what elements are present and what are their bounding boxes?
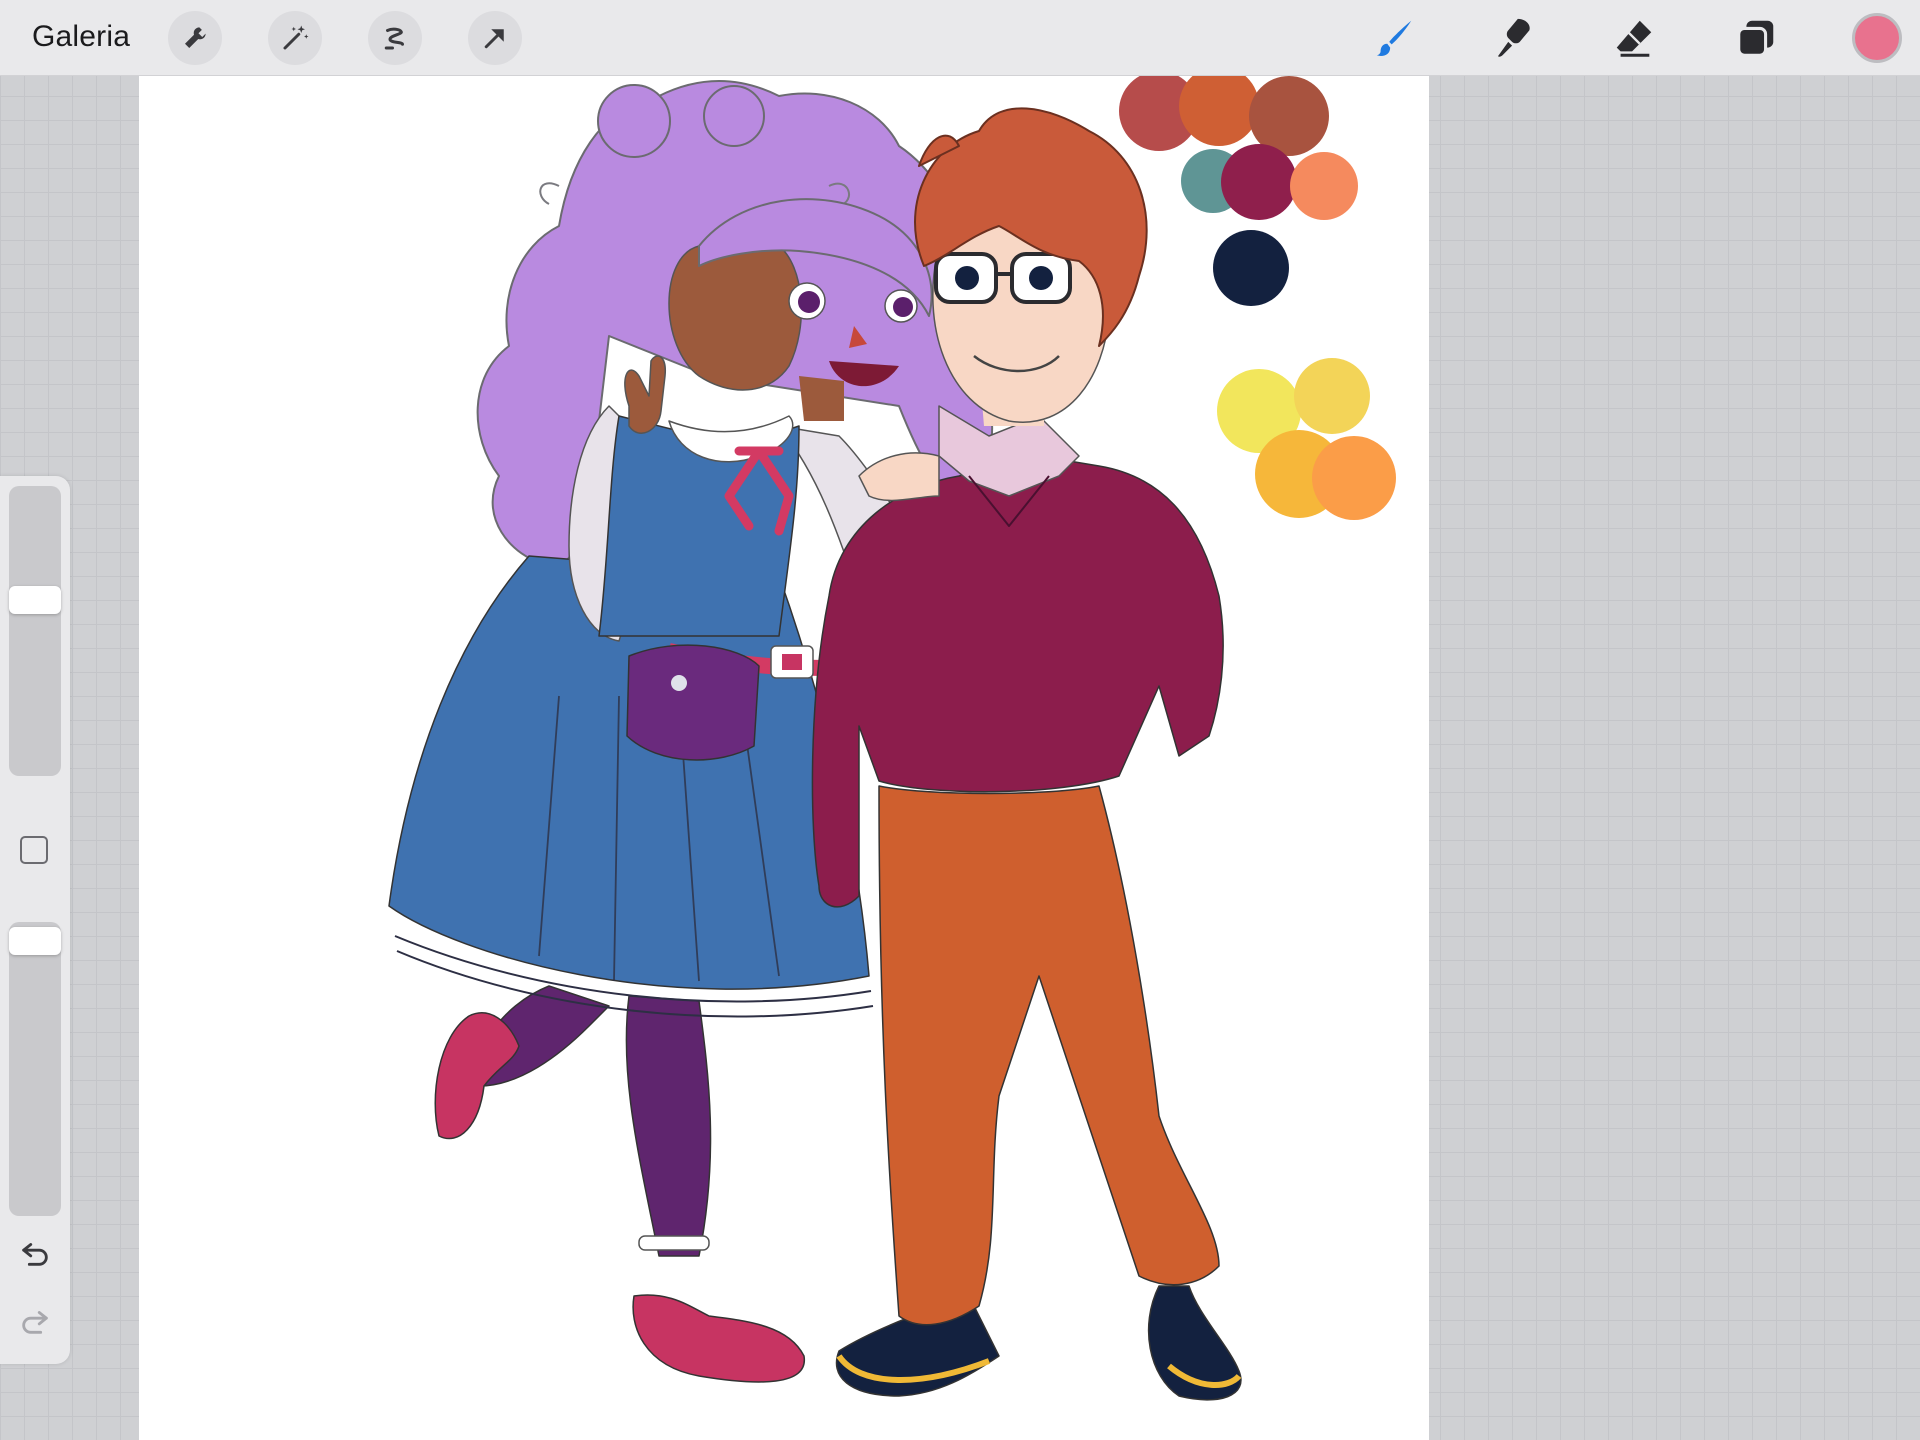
transform-arrow-icon (484, 29, 504, 49)
transform-button[interactable] (468, 11, 522, 65)
artwork (388, 76, 1396, 1401)
modify-button[interactable] (20, 836, 48, 864)
palette-swatch (1312, 436, 1396, 520)
drawing-canvas[interactable] (139, 76, 1429, 1440)
brush-tool-button[interactable] (1368, 12, 1420, 64)
brush-size-thumb[interactable] (9, 586, 61, 614)
undo-icon (22, 1243, 48, 1266)
layers-icon (1737, 20, 1774, 57)
color-palette-swatches (1119, 76, 1396, 520)
smudge-icon (1498, 18, 1530, 57)
selection-icon (384, 27, 404, 50)
palette-swatch (1221, 144, 1297, 220)
layers-button[interactable] (1730, 12, 1782, 64)
palette-swatch (1290, 152, 1358, 220)
actions-button[interactable] (168, 11, 222, 65)
magic-wand-icon (283, 25, 309, 50)
brush-size-slider[interactable] (9, 486, 61, 776)
selection-button[interactable] (368, 11, 422, 65)
palette-swatch (1249, 76, 1329, 156)
adjustments-button[interactable] (268, 11, 322, 65)
wrench-icon (185, 27, 206, 48)
eraser-icon (1616, 20, 1652, 57)
top-toolbar: Galeria (0, 0, 1920, 76)
palette-swatch (1213, 230, 1289, 306)
palette-swatch (1179, 76, 1259, 146)
smudge-tool-button[interactable] (1488, 12, 1540, 64)
gallery-button[interactable]: Galeria (32, 20, 130, 54)
left-sidebar (0, 476, 70, 1364)
eraser-tool-button[interactable] (1608, 12, 1660, 64)
color-picker-button[interactable] (1852, 13, 1902, 63)
opacity-slider[interactable] (9, 922, 61, 1216)
palette-swatch (1294, 358, 1370, 434)
redo-icon (22, 1311, 48, 1334)
brush-icon (1376, 20, 1412, 56)
undo-button[interactable] (18, 1236, 52, 1270)
redo-button[interactable] (18, 1304, 52, 1338)
opacity-thumb[interactable] (9, 927, 61, 955)
